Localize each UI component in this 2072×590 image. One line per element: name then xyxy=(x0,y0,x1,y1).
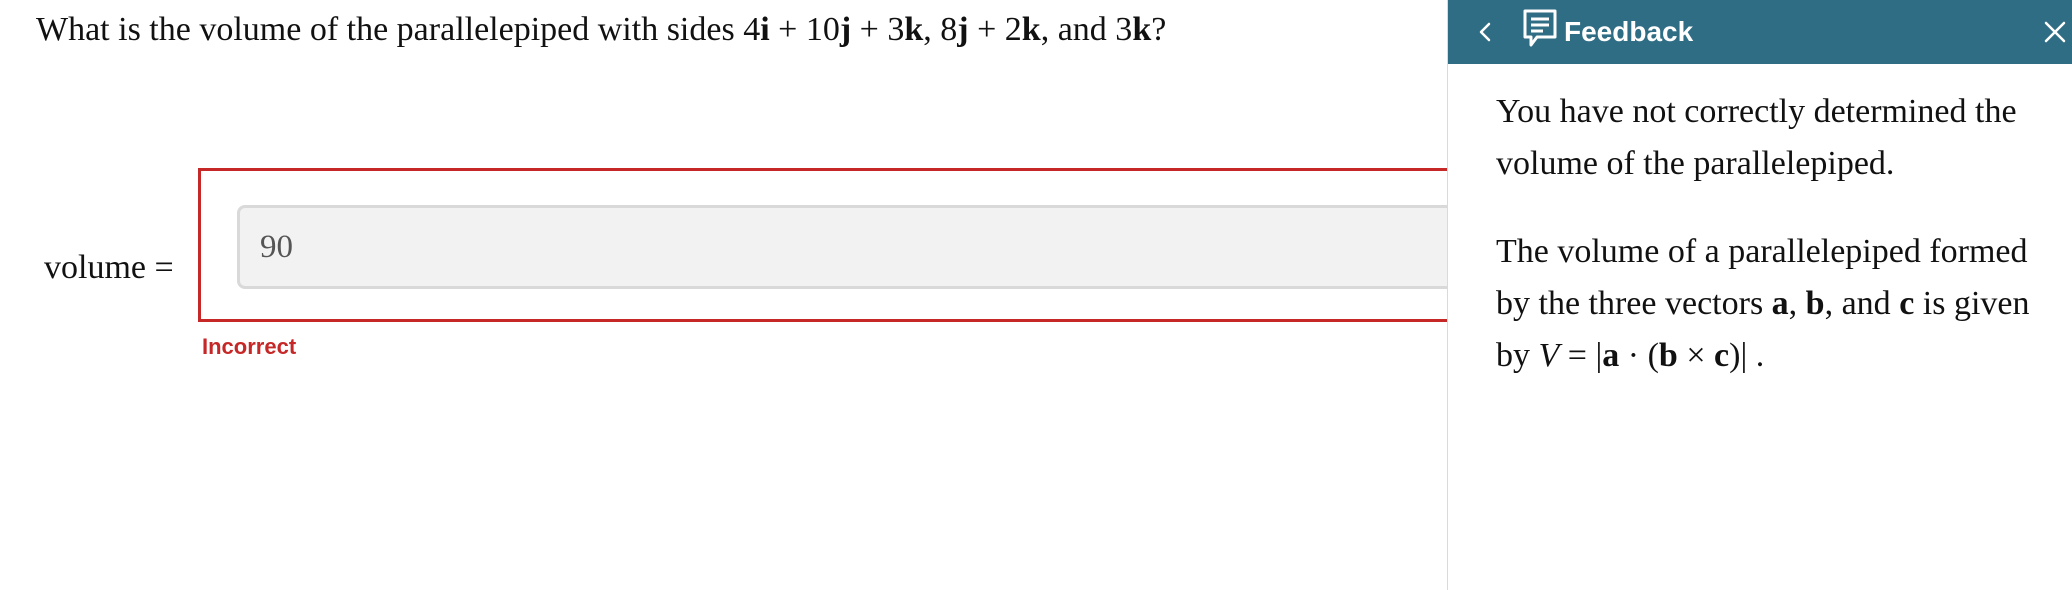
question-suffix: ? xyxy=(1151,11,1167,48)
chevron-left-icon[interactable] xyxy=(1470,10,1500,54)
vector-c: c xyxy=(1899,285,1915,322)
question-term: + 10 xyxy=(769,11,840,48)
feedback-text: by the three vectors xyxy=(1496,285,1772,322)
feedback-text: The volume of a parallelepiped formed xyxy=(1496,233,2028,270)
formula-text: = | xyxy=(1559,337,1603,374)
formula-text: × xyxy=(1677,337,1715,374)
feedback-text: You have not correctly determined the xyxy=(1496,93,2017,130)
page: What is the volume of the parallelepiped… xyxy=(0,0,2072,590)
feedback-title: Feedback xyxy=(1564,16,1694,47)
unit-vector-i: i xyxy=(760,11,770,48)
feedback-text: is given xyxy=(1914,285,2030,322)
unit-vector-k: k xyxy=(1132,11,1152,48)
feedback-panel: Feedback You have not correctly determin… xyxy=(1447,0,2072,590)
vector-a: a xyxy=(1771,285,1789,322)
feedback-header: Feedback xyxy=(1448,0,2072,64)
close-icon[interactable] xyxy=(2040,14,2070,50)
formula-text: · ( xyxy=(1619,337,1659,374)
question-text: What is the volume of the parallelepiped… xyxy=(36,6,1166,54)
question-term: , and 3 xyxy=(1040,11,1133,48)
question-prefix: What is the volume of the parallelepiped… xyxy=(36,11,761,48)
feedback-text: , and xyxy=(1824,285,1900,322)
vector-c: c xyxy=(1714,337,1730,374)
vector-b: b xyxy=(1658,337,1678,374)
question-term: + 3 xyxy=(851,11,905,48)
question-term: + 2 xyxy=(968,11,1022,48)
unit-vector-j: j xyxy=(957,11,969,48)
question-term: , 8 xyxy=(923,11,958,48)
unit-vector-k: k xyxy=(904,11,924,48)
answer-label: volume = xyxy=(44,249,174,286)
feedback-body: You have not correctly determined the vol… xyxy=(1496,86,2072,418)
vector-b: b xyxy=(1805,285,1825,322)
unit-vector-k: k xyxy=(1021,11,1041,48)
comment-icon xyxy=(1523,9,1557,47)
unit-vector-j: j xyxy=(839,11,852,48)
answer-status-incorrect: Incorrect xyxy=(202,334,297,359)
feedback-text: , xyxy=(1788,285,1806,322)
feedback-text: by xyxy=(1496,337,1539,374)
feedback-paragraph-1: You have not correctly determined the vol… xyxy=(1496,86,2072,190)
vector-a: a xyxy=(1602,337,1620,374)
volume-input[interactable] xyxy=(237,205,1567,289)
volume-symbol: V xyxy=(1538,337,1560,374)
answer-error-frame xyxy=(198,168,1567,322)
feedback-paragraph-2: The volume of a parallelepiped formed by … xyxy=(1496,226,2072,382)
feedback-text: volume of the parallelepiped. xyxy=(1496,145,1895,182)
formula-text: )| . xyxy=(1729,337,1765,374)
